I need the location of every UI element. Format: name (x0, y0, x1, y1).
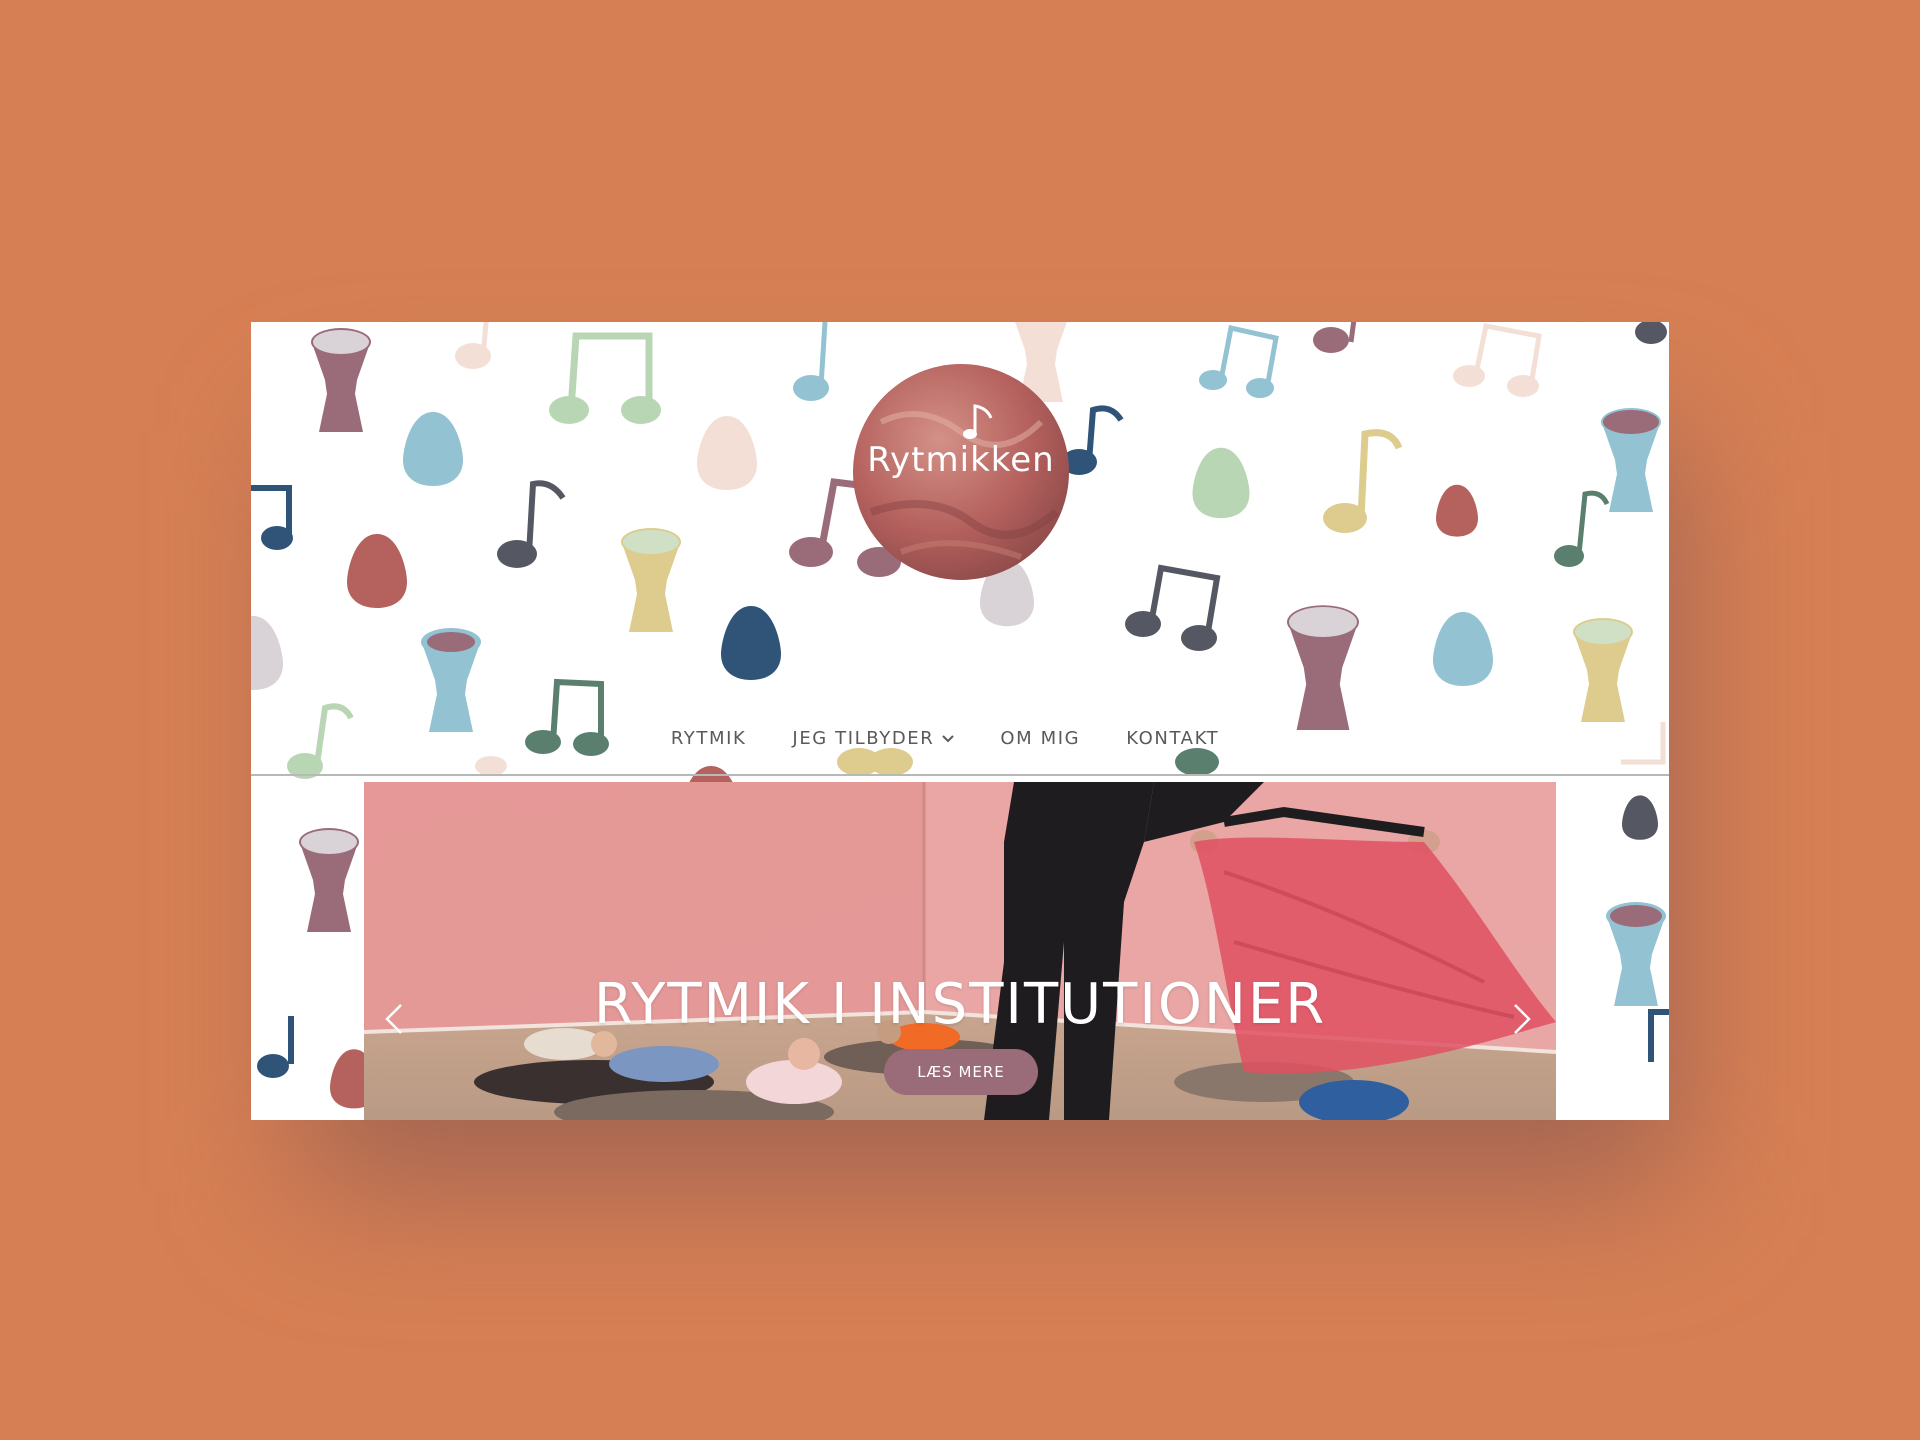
chevron-right-icon[interactable] (1512, 1002, 1532, 1042)
nav-item-rytmik[interactable]: RYTMIK (671, 728, 747, 749)
nav-item-jeg-tilbyder[interactable]: JEG TILBYDER (792, 727, 955, 749)
nav-item-label: OM MIG (1000, 727, 1081, 749)
website-frame: Rytmikken RYTMIK JEG TILBYDER OM MIG KON… (251, 322, 1669, 1120)
hero-slider: RYTMIK I INSTITUTIONER LÆS MERE (364, 782, 1556, 1120)
logo-text[interactable]: Rytmikken (851, 440, 1071, 480)
nav-item-om-mig[interactable]: OM MIG (1000, 728, 1080, 749)
nav-item-kontakt[interactable]: KONTAKT (1126, 728, 1219, 749)
main-navigation: RYTMIK JEG TILBYDER OM MIG KONTAKT (251, 702, 1669, 776)
chevron-down-icon (942, 732, 955, 746)
nav-item-label: KONTAKT (1126, 727, 1220, 749)
nav-item-label: RYTMIK (670, 727, 747, 749)
read-more-button[interactable]: LÆS MERE (884, 1049, 1038, 1095)
slide-title: RYTMIK I INSTITUTIONER (593, 972, 1327, 1037)
nav-item-label: JEG TILBYDER (792, 727, 935, 749)
chevron-left-icon[interactable] (384, 1002, 404, 1042)
